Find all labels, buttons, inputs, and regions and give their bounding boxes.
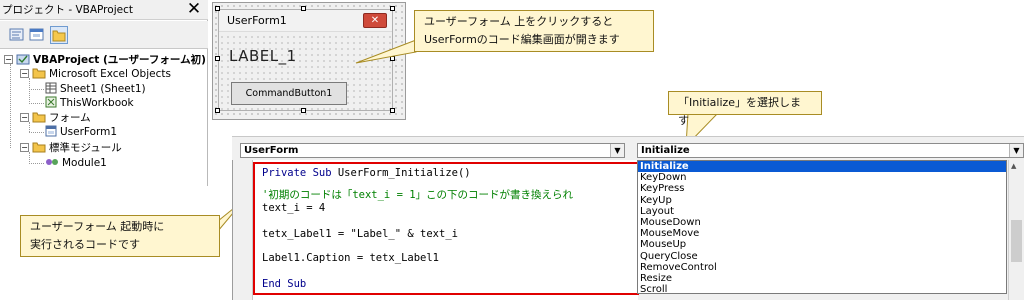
module-icon: [45, 156, 59, 172]
project-explorer-title: プロジェクト - VBAProject: [0, 0, 208, 20]
dropdown-item-mousemove[interactable]: MouseMove: [638, 228, 1006, 239]
command-button-control[interactable]: CommandButton1: [231, 82, 347, 105]
project-toolbar: [0, 21, 208, 49]
chevron-down-icon[interactable]: ▼: [1009, 144, 1023, 157]
callout-initialize: 「Initialize」を選択します: [668, 91, 822, 127]
resize-handle[interactable]: [301, 6, 306, 11]
tree-item-label: ThisWorkbook: [60, 97, 134, 109]
collapse-icon[interactable]: −: [20, 113, 29, 122]
procedure-combo[interactable]: Initialize ▼: [637, 143, 1024, 158]
resize-handle[interactable]: [390, 108, 395, 113]
tree-item-module1[interactable]: Module1: [45, 156, 107, 170]
chevron-down-icon[interactable]: ▼: [610, 144, 624, 157]
dropdown-item-queryclose[interactable]: QueryClose: [638, 251, 1006, 262]
userform-icon: [45, 125, 57, 141]
project-explorer: プロジェクト - VBAProject ✕ − VBAProject (ユーザーフ…: [0, 0, 208, 186]
callout-initialize-text: 「Initialize」を選択します: [678, 96, 802, 127]
dropdown-item-mouseup[interactable]: MouseUp: [638, 239, 1006, 250]
tree-item-label: Module1: [62, 157, 107, 169]
dropdown-item-resize[interactable]: Resize: [638, 273, 1006, 284]
collapse-icon[interactable]: −: [20, 69, 29, 78]
procedure-dropdown-list[interactable]: Initialize KeyDown KeyPress KeyUp Layout Mous…: [637, 160, 1007, 294]
resize-handle[interactable]: [215, 6, 220, 11]
view-object-icon[interactable]: [28, 26, 46, 44]
collapse-icon[interactable]: −: [4, 55, 13, 64]
tree-group-label: Microsoft Excel Objects: [49, 68, 171, 80]
tree-item-label: Sheet1 (Sheet1): [60, 83, 146, 95]
callout-left-line2: 実行されるコードです: [30, 238, 140, 251]
dropdown-item-keydown[interactable]: KeyDown: [638, 172, 1006, 183]
userform-close-icon[interactable]: ✕: [363, 13, 387, 28]
tree-group-label: フォーム: [49, 112, 91, 124]
code-highlight-box: [253, 162, 639, 295]
dropdown-item-layout[interactable]: Layout: [638, 206, 1006, 217]
folder-icon: [32, 141, 46, 157]
tree-item-sheet1[interactable]: Sheet1 (Sheet1): [45, 82, 146, 96]
vertical-scrollbar[interactable]: ▲: [1008, 160, 1024, 300]
workbook-icon: [45, 96, 57, 112]
scrollbar-thumb[interactable]: [1011, 220, 1022, 262]
tree-group-forms[interactable]: − フォーム: [20, 111, 91, 125]
userform-designer: UserForm1 ✕ LABEL_1 CommandButton1: [212, 2, 406, 120]
tree-item-thisworkbook[interactable]: ThisWorkbook: [45, 96, 134, 110]
dropdown-item-removecontrol[interactable]: RemoveControl: [638, 262, 1006, 273]
form-label-control[interactable]: LABEL_1: [229, 47, 297, 65]
dropdown-item-keyup[interactable]: KeyUp: [638, 195, 1006, 206]
dropdown-item-scroll[interactable]: Scroll: [638, 284, 1006, 293]
procedure-combo-value: Initialize: [641, 145, 690, 156]
project-explorer-close-button[interactable]: ✕: [184, 1, 204, 19]
object-combo[interactable]: UserForm ▼: [240, 143, 625, 158]
resize-handle[interactable]: [301, 108, 306, 113]
tree-root-vbaproject[interactable]: − VBAProject (ユーザーフォーム初): [4, 53, 206, 67]
resize-handle[interactable]: [390, 6, 395, 11]
tree-group-modules[interactable]: − 標準モジュール: [20, 141, 122, 155]
toggle-folders-icon[interactable]: [50, 26, 68, 44]
resize-handle[interactable]: [215, 56, 220, 61]
resize-handle[interactable]: [215, 108, 220, 113]
dropdown-item-mousedown[interactable]: MouseDown: [638, 217, 1006, 228]
callout-top: ユーザーフォーム 上をクリックすると UserFormのコード編集画面が開きます: [414, 10, 654, 52]
folder-icon: [32, 67, 46, 83]
callout-left: ユーザーフォーム 起動時に 実行されるコードです: [20, 215, 220, 257]
tree-root-label: VBAProject (ユーザーフォーム初): [33, 54, 206, 66]
callout-top-line2: UserFormのコード編集画面が開きます: [424, 33, 620, 46]
tree-group-label: 標準モジュール: [49, 142, 122, 154]
callout-top-line1: ユーザーフォーム 上をクリックすると: [424, 15, 614, 28]
object-combo-value: UserForm: [244, 145, 299, 156]
tree-item-label: UserForm1: [60, 126, 118, 138]
collapse-icon[interactable]: −: [20, 143, 29, 152]
scroll-up-icon[interactable]: ▲: [1011, 162, 1016, 170]
userform-window[interactable]: UserForm1 ✕ LABEL_1 CommandButton1: [218, 9, 393, 111]
tree-item-userform1[interactable]: UserForm1: [45, 125, 117, 139]
tree-group-excel-objects[interactable]: − Microsoft Excel Objects: [20, 67, 171, 81]
dropdown-item-keypress[interactable]: KeyPress: [638, 183, 1006, 194]
resize-handle[interactable]: [390, 56, 395, 61]
callout-left-line1: ユーザーフォーム 起動時に: [30, 220, 165, 233]
view-code-icon[interactable]: [8, 26, 26, 44]
dropdown-item-initialize[interactable]: Initialize: [638, 161, 1006, 173]
folder-icon: [32, 111, 46, 127]
code-margin: [233, 160, 253, 300]
